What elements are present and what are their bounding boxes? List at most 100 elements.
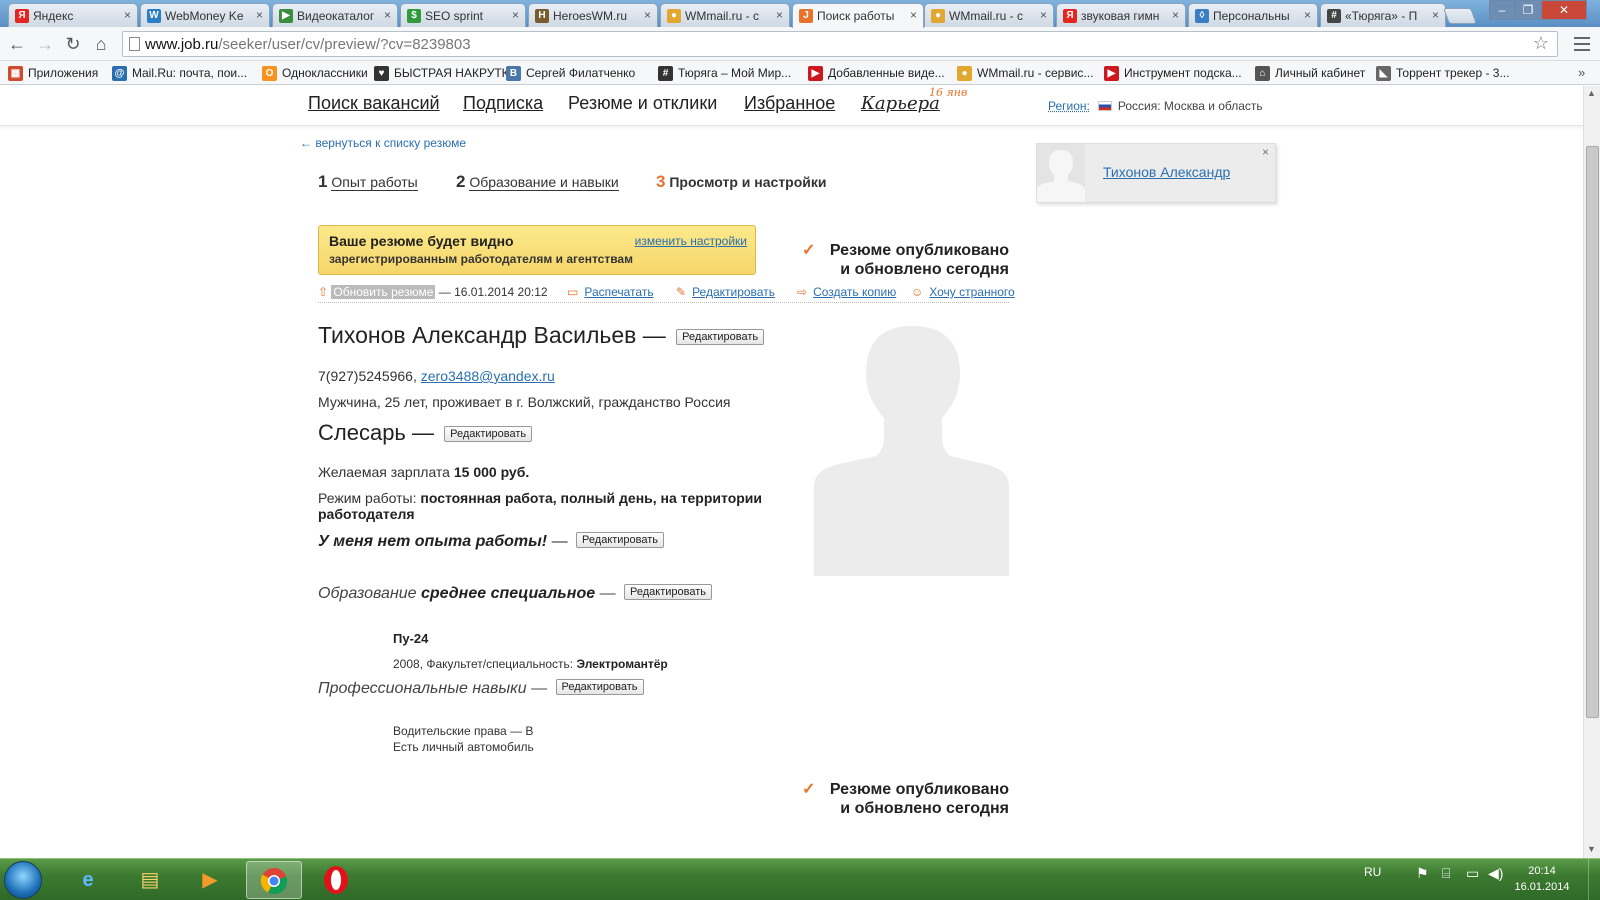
browser-tab[interactable]: Язвуковая гимн × [1056,3,1186,27]
close-tab-icon[interactable]: × [512,8,519,22]
home-icon[interactable]: ⌂ [90,33,112,55]
copy-link[interactable]: ⇨ Создать копию [797,285,896,299]
education-label: Образование [318,585,421,602]
bookmark-item[interactable]: ● WMmail.ru - сервис... [957,66,1093,81]
bookmark-item[interactable]: @ Mail.Ru: почта, пои... [112,66,248,81]
print-link[interactable]: ▭ Распечатать [567,285,654,299]
bookmarks-overflow-icon[interactable]: » [1578,65,1585,80]
close-tab-icon[interactable]: × [1432,8,1439,22]
language-indicator[interactable]: RU [1364,865,1381,879]
close-window-button[interactable]: ✕ [1541,0,1587,20]
back-arrow-icon[interactable]: ← [6,33,28,55]
bookmark-item[interactable]: ⌂ Личный кабинет [1255,66,1365,81]
edit-education-button[interactable]: Редактировать [624,584,713,600]
dash: — [526,680,548,697]
start-button[interactable] [4,861,42,899]
page-icon [129,37,140,51]
bookmark-item[interactable]: ◣ Торрент трекер - 3... [1376,66,1509,81]
close-tab-icon[interactable]: × [1172,8,1179,22]
bookmark-item[interactable]: ▦ Приложения [8,66,98,81]
close-tab-icon[interactable]: × [256,8,263,22]
edit-experience-button[interactable]: Редактировать [576,532,665,548]
browser-tab[interactable]: W WebMoney Ke × [140,3,270,27]
internet-explorer-icon[interactable]: e [60,861,116,899]
tab-title: HeroesWM.ru [553,9,628,23]
close-tab-icon[interactable]: × [910,8,917,22]
step-label[interactable]: Опыт работы [331,174,418,191]
strange-link[interactable]: ☺ Хочу странного [911,285,1015,299]
system-clock[interactable]: 20:14 16.01.2014 [1512,863,1572,895]
browser-tab[interactable]: J Поиск работы × [792,3,924,28]
bookmark-star-icon[interactable]: ☆ [1533,33,1549,54]
browser-tab[interactable]: # «Тюряга» - П × [1320,3,1446,27]
edit-position-button[interactable]: Редактировать [444,426,533,442]
user-name-link[interactable]: Тихонов Александр [1103,164,1230,180]
hash-icon: # [658,66,673,81]
bookmark-label: Mail.Ru: почта, пои... [132,66,248,80]
copy-label[interactable]: Создать копию [813,285,896,299]
edit-label[interactable]: Редактировать [692,285,775,299]
forward-arrow-icon[interactable]: → [34,33,56,55]
step-1[interactable]: 1 Опыт работы [318,172,418,192]
step-2[interactable]: 2 Образование и навыки [456,172,619,192]
nav-subscription[interactable]: Подписка [463,93,543,114]
region-selector[interactable]: Регион: Россия: Москва и область [1048,99,1263,113]
close-tab-icon[interactable]: × [644,8,651,22]
bookmark-item[interactable]: О Одноклассники [262,66,368,81]
network-icon[interactable]: ▭ [1466,865,1479,882]
print-label[interactable]: Распечатать [584,285,653,299]
browser-tab[interactable]: $ SEO sprint × [400,3,526,27]
new-tab-button[interactable] [1443,8,1477,24]
tab-title: «Тюряга» - П [1345,9,1418,23]
bookmark-item[interactable]: ▶ Инструмент подска... [1104,66,1242,81]
browser-tab[interactable]: ▶ Видеокаталог × [272,3,398,27]
close-tab-icon[interactable]: × [1304,8,1311,22]
close-icon[interactable]: × [1262,145,1269,159]
close-tab-icon[interactable]: × [776,8,783,22]
nav-favorites[interactable]: Избранное [744,93,835,114]
chrome-menu-icon[interactable] [1574,37,1590,51]
back-to-resumes-link[interactable]: ← вернуться к списку резюме [300,136,466,150]
bookmark-item[interactable]: # Тюряга – Мой Мир... [658,66,791,81]
edit-link[interactable]: ✎ Редактировать [676,285,775,299]
step-number: 1 [318,172,328,191]
email-link[interactable]: zero3488@yandex.ru [421,368,555,384]
step-label[interactable]: Образование и навыки [469,174,619,191]
address-bar[interactable]: www.job.ru/seeker/user/cv/preview/?cv=82… [122,31,1558,57]
bookmark-item[interactable]: В Сергей Филатченко [506,66,636,81]
browser-tab[interactable]: ● WMmail.ru - с × [660,3,790,27]
show-desktop-button[interactable] [1588,859,1600,900]
browser-tab[interactable]: Я Яндекс × [8,3,138,27]
reload-icon[interactable]: ↻ [62,33,84,55]
volume-icon[interactable]: ◀) [1488,865,1503,882]
close-tab-icon[interactable]: × [124,8,131,22]
browser-tab[interactable]: ◊ Персональны × [1188,3,1318,27]
file-explorer-icon[interactable]: ▤ [122,861,178,899]
browser-tab[interactable]: H HeroesWM.ru × [528,3,658,27]
opera-taskbar-icon[interactable] [308,861,364,899]
close-tab-icon[interactable]: × [1040,8,1047,22]
region-label[interactable]: Регион: [1048,99,1090,113]
bookmark-item[interactable]: ♥ БЫСТРАЯ НАКРУТК... [374,66,519,81]
page-scrollbar[interactable]: ▲ ▼ [1583,86,1600,858]
browser-tab[interactable]: ● WMmail.ru - с × [924,3,1054,27]
minimize-button[interactable]: – [1489,0,1515,20]
media-player-icon[interactable]: ▶ [182,861,238,899]
edit-skills-button[interactable]: Редактировать [555,679,644,695]
scroll-thumb[interactable] [1586,146,1599,718]
update-resume-button[interactable]: Обновить резюме [331,285,436,299]
nav-search-vacancies[interactable]: Поиск вакансий [308,93,440,114]
change-settings-link[interactable]: изменить настройки [635,234,747,248]
strange-label[interactable]: Хочу странного [929,285,1014,299]
usb-device-icon[interactable]: ⌸ [1442,865,1450,882]
close-tab-icon[interactable]: × [384,8,391,22]
bookmark-label: Сергей Филатченко [526,66,636,80]
nav-resumes[interactable]: Резюме и отклики [568,93,717,114]
chrome-taskbar-icon[interactable] [246,861,302,899]
maximize-button[interactable]: ❐ [1515,0,1541,20]
edit-name-button[interactable]: Редактировать [676,329,765,345]
action-center-icon[interactable]: ⚑ [1416,865,1429,882]
bookmark-item[interactable]: ▶ Добавленные виде... [808,66,945,81]
scroll-up-icon[interactable]: ▲ [1587,88,1596,98]
scroll-down-icon[interactable]: ▼ [1587,844,1596,854]
